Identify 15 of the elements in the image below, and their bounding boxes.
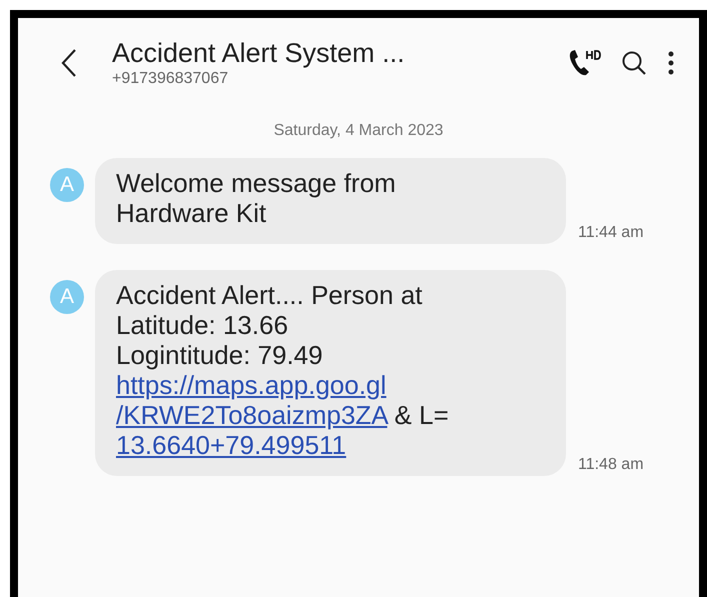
search-icon[interactable] bbox=[621, 50, 647, 76]
message-text: Welcome message from Hardware Kit bbox=[116, 168, 397, 228]
date-label: Saturday, 4 March 2023 bbox=[272, 122, 444, 140]
avatar: A bbox=[50, 280, 84, 314]
message-time: 11:48 am bbox=[578, 456, 644, 474]
link[interactable]: /KRWE2To8oaizmp3ZA bbox=[116, 400, 388, 430]
phone-number: +917396837067 bbox=[112, 69, 230, 89]
avatar: A bbox=[50, 168, 84, 202]
link[interactable]: https://maps.app.goo.gl bbox=[116, 370, 386, 400]
message-text: Accident Alert.... Person at Latitude: 13.66 Logintitude: 79.49 https://maps.app.goo.gl /KRWE2To8oaizmp3ZA & L= 13.6640+79.499511 bbox=[116, 280, 450, 460]
more-icon[interactable] bbox=[667, 50, 675, 76]
contact-name: Accident Alert System ... bbox=[112, 37, 406, 69]
link[interactable]: 13.6640+79.499511 bbox=[116, 430, 346, 460]
back-icon[interactable] bbox=[60, 48, 78, 78]
message-time: 11:44 am bbox=[578, 224, 644, 242]
